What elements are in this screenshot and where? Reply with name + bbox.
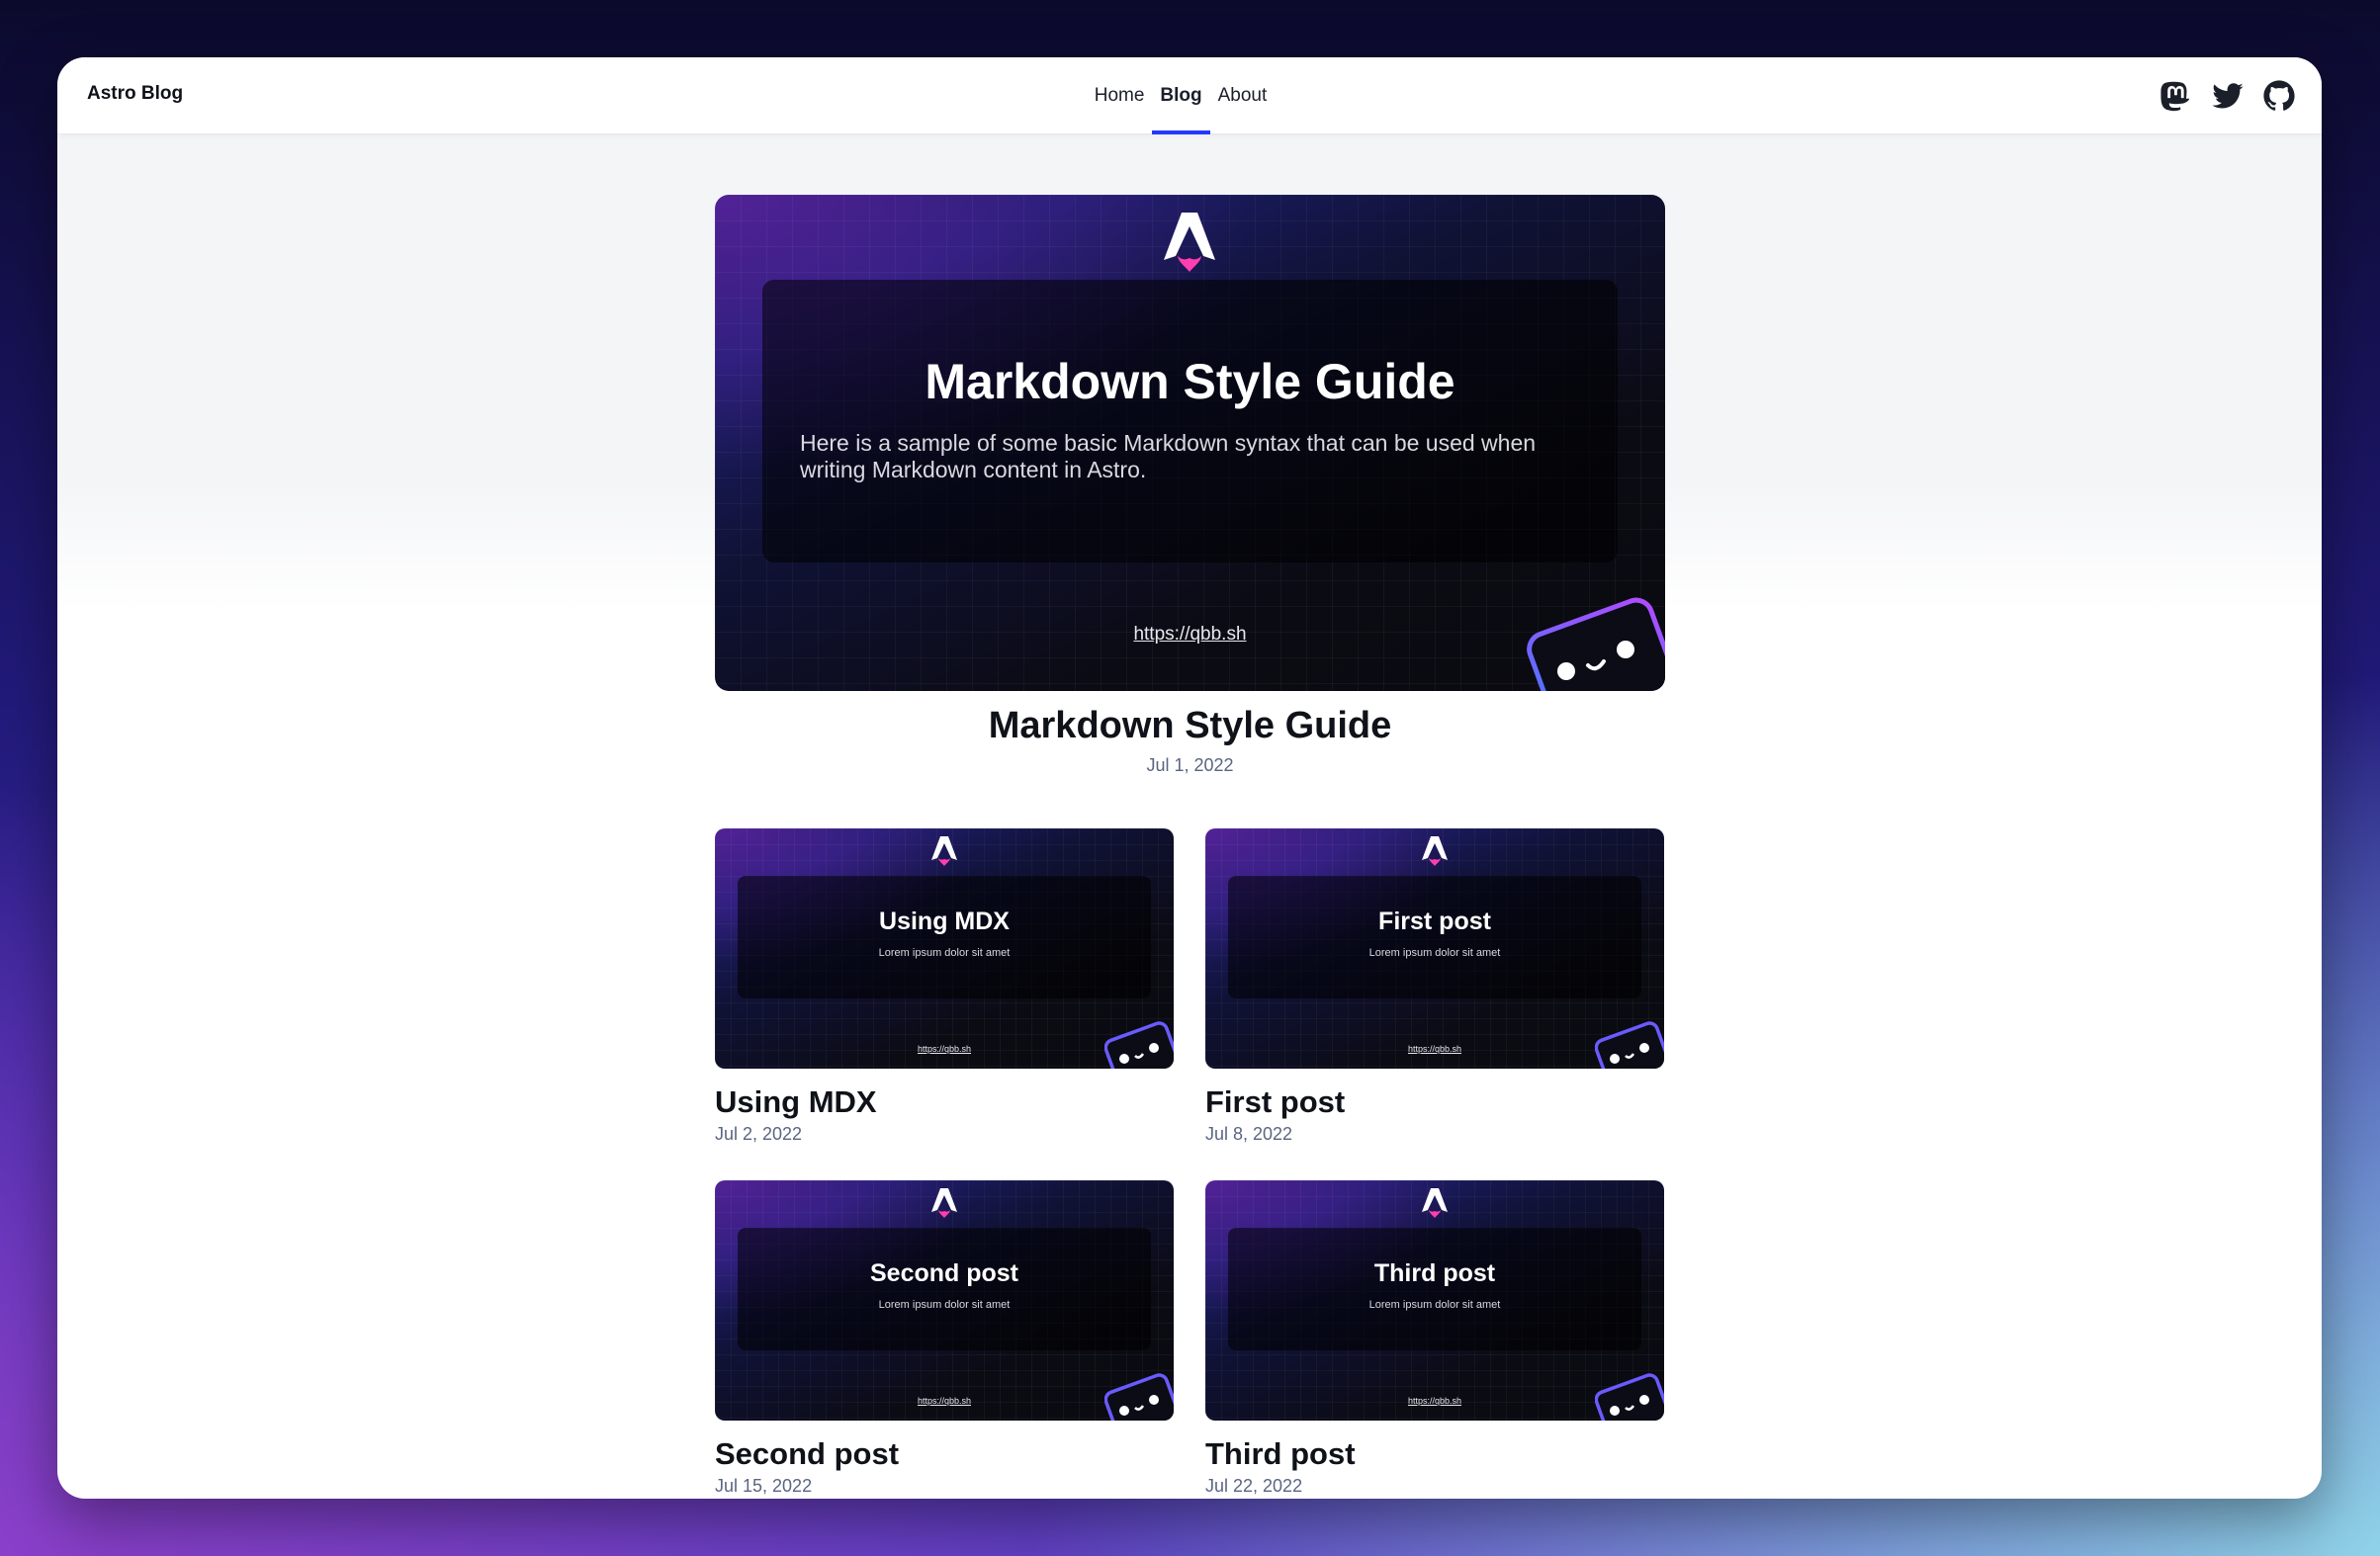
post-card[interactable]: Second post Lorem ipsum dolor sit amet h… [715,1180,1174,1497]
post-image-panel [738,1228,1151,1350]
mascot-face-icon [1104,1373,1174,1421]
post-title[interactable]: Using MDX [715,1084,1174,1120]
main-nav: Home Blog About [57,57,2322,134]
post-title[interactable]: Third post [1205,1436,1664,1472]
post-image[interactable]: Second post Lorem ipsum dolor sit amet h… [715,1180,1174,1421]
featured-image-panel [762,280,1618,562]
astro-logo-icon [931,1188,957,1218]
post-title[interactable]: First post [1205,1084,1664,1120]
featured-image-title: Markdown Style Guide [925,354,1455,409]
post-image-panel [1228,1228,1641,1350]
post-image-panel [1228,876,1641,998]
astro-logo-icon [931,836,957,866]
social-links [2160,79,2296,113]
post-image-title: Using MDX [879,908,1010,935]
post-date: Jul 2, 2022 [715,1124,803,1144]
site-brand-link[interactable]: Astro Blog [87,83,183,105]
post-image-title: First post [1378,908,1491,935]
mascot-face-icon [1595,1373,1664,1421]
nav-blog-link[interactable]: Blog [1152,57,1210,134]
post-image[interactable]: Using MDX Lorem ipsum dolor sit amet htt… [715,828,1174,1069]
site-header: Astro Blog Home Blog About [57,57,2322,134]
post-image-description: Lorem ipsum dolor sit amet [878,947,1011,959]
browser-window: Astro Blog Home Blog About Markdown Styl… [57,57,2322,1499]
mastodon-icon[interactable] [2160,79,2193,113]
mascot-face-icon [1595,1021,1664,1069]
post-image-description: Lorem ipsum dolor sit amet [1368,1299,1501,1311]
featured-post-title[interactable]: Markdown Style Guide [715,705,1665,747]
featured-image-description: Here is a sample of some basic Markdown … [800,430,1537,482]
nav-about-link[interactable]: About [1210,57,1276,134]
post-title[interactable]: Second post [715,1436,1174,1472]
astro-logo-icon [1164,213,1215,272]
post-date: Jul 22, 2022 [1205,1476,1303,1496]
featured-image-url: https://qbb.sh [1133,624,1247,645]
featured-post[interactable]: Markdown Style Guide Here is a sample of… [715,195,1665,776]
post-card[interactable]: Using MDX Lorem ipsum dolor sit amet htt… [715,828,1174,1145]
featured-post-date: Jul 1, 2022 [1146,755,1234,775]
nav-home-link[interactable]: Home [1087,57,1153,134]
post-date: Jul 15, 2022 [715,1476,813,1496]
post-card[interactable]: Third post Lorem ipsum dolor sit amet ht… [1205,1180,1664,1497]
post-image[interactable]: First post Lorem ipsum dolor sit amet ht… [1205,828,1664,1069]
mascot-face-icon [1527,597,1665,691]
post-card[interactable]: First post Lorem ipsum dolor sit amet ht… [1205,828,1664,1145]
post-image-description: Lorem ipsum dolor sit amet [1368,947,1501,959]
astro-logo-icon [1422,836,1448,866]
astro-logo-icon [1422,1188,1448,1218]
post-image[interactable]: Third post Lorem ipsum dolor sit amet ht… [1205,1180,1664,1421]
post-image-panel [738,876,1151,998]
twitter-icon[interactable] [2211,79,2245,113]
post-date: Jul 8, 2022 [1205,1124,1293,1144]
post-image-title: Third post [1373,1259,1496,1287]
post-grid: Using MDX Lorem ipsum dolor sit amet htt… [715,828,1665,1497]
mascot-face-icon [1104,1021,1174,1069]
github-icon[interactable] [2262,79,2296,113]
post-image-description: Lorem ipsum dolor sit amet [878,1299,1011,1311]
post-image-title: Second post [869,1259,1018,1287]
featured-post-image[interactable]: Markdown Style Guide Here is a sample of… [715,195,1665,691]
